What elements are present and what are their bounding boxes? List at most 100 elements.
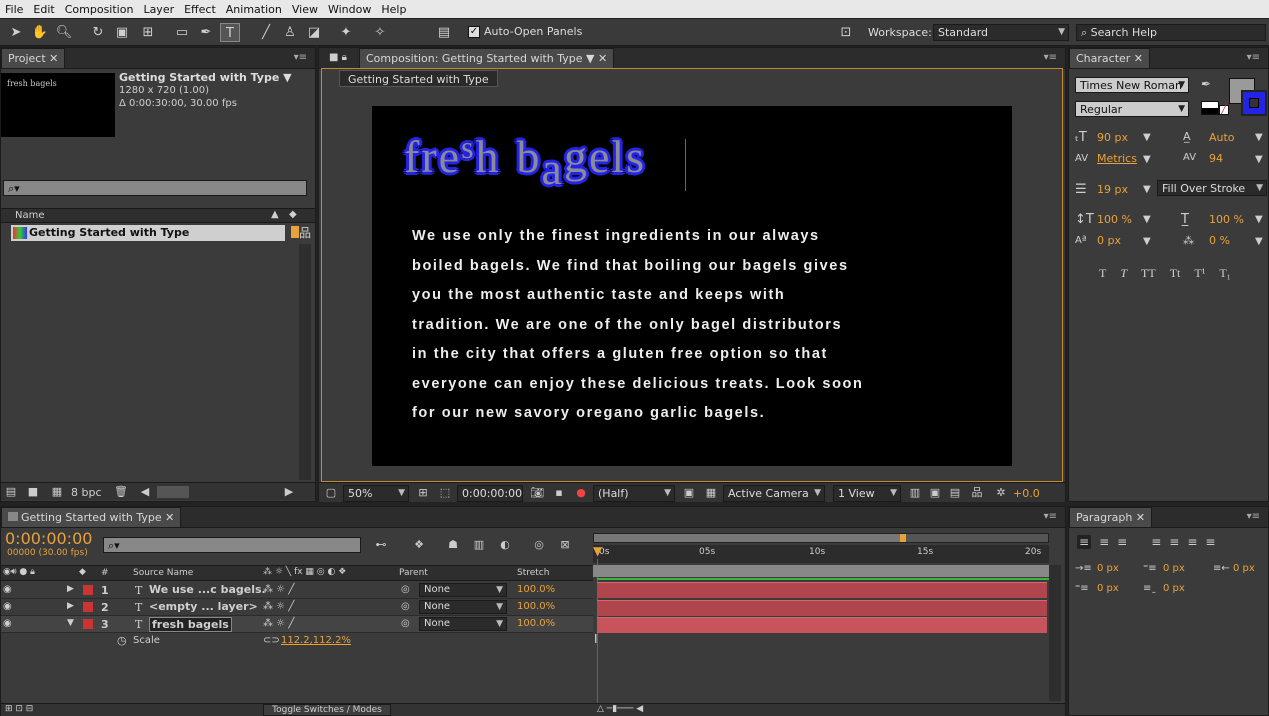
comp-mini-flowchart-icon[interactable]: ⊷ xyxy=(373,538,389,552)
tsume-value[interactable]: 0 % xyxy=(1209,234,1230,247)
project-scrollbar[interactable] xyxy=(299,244,311,480)
current-time[interactable]: 0:00:00:00 xyxy=(5,529,92,548)
eyedropper-icon[interactable]: ✒ xyxy=(1201,77,1211,91)
show-snapshot-icon[interactable]: ▪ xyxy=(551,486,567,500)
font-style-dropdown[interactable]: Regular ▼ xyxy=(1075,101,1189,117)
label-tag-icon[interactable]: ◆ xyxy=(289,209,297,220)
fast-preview-icon[interactable]: ▣ xyxy=(681,486,697,500)
transparency-grid-icon[interactable]: ▦ xyxy=(703,486,719,500)
rectangle-tool-icon[interactable]: ▭ xyxy=(172,23,192,42)
column-name[interactable]: Name xyxy=(15,210,45,221)
parent-dropdown[interactable]: None ▼ xyxy=(419,617,507,631)
layer-stretch[interactable]: 100.0% xyxy=(517,584,555,595)
comp-timecode[interactable]: 0:00:00:00 xyxy=(457,485,523,502)
align-right-icon[interactable]: ≡ xyxy=(1117,535,1127,549)
zoom-dropdown[interactable]: 50% ▼ xyxy=(343,485,409,502)
layer-bar-1[interactable] xyxy=(597,582,1047,598)
menu-animation[interactable]: Animation xyxy=(221,3,287,16)
tracking-dropdown-icon[interactable]: ▼ xyxy=(1255,154,1263,165)
eraser-tool-icon[interactable]: ◪ xyxy=(304,23,324,42)
sort-icon[interactable]: ▲ xyxy=(271,209,279,220)
layer-stretch[interactable]: 100.0% xyxy=(517,618,555,629)
timeline-search-input[interactable]: ⌕▾ xyxy=(103,537,361,553)
rotate-tool-icon[interactable]: ↻ xyxy=(88,23,108,42)
new-comp-icon[interactable]: ▦ xyxy=(49,485,65,499)
flowchart-icon[interactable]: 品 xyxy=(969,486,985,500)
horizontal-scrollbar[interactable] xyxy=(157,486,189,498)
brainstorm-icon[interactable]: ◎ xyxy=(531,538,547,552)
font-size-value[interactable]: 90 px xyxy=(1097,131,1128,144)
layer-name[interactable]: <empty ... layer> xyxy=(149,600,258,613)
type-tool-icon[interactable]: T xyxy=(220,23,240,42)
frame-blending-icon[interactable]: ▥ xyxy=(471,538,487,552)
menu-edit[interactable]: Edit xyxy=(28,3,59,16)
column-stretch[interactable]: Stretch xyxy=(517,568,549,578)
vertical-scale-dropdown-icon[interactable]: ▼ xyxy=(1143,214,1151,225)
justify-right-icon[interactable]: ≡ xyxy=(1187,535,1197,549)
pick-whip-icon[interactable]: ◎ xyxy=(401,601,410,612)
zoom-slider[interactable]: △ ─▮─── ◀ xyxy=(597,704,643,714)
leading-dropdown-icon[interactable]: ▼ xyxy=(1255,132,1263,143)
exposure-value[interactable]: +0.0 xyxy=(1013,487,1040,500)
pick-whip-icon[interactable]: ◎ xyxy=(401,584,410,595)
channel-icon[interactable]: ● xyxy=(573,486,589,500)
column-source-name[interactable]: Source Name xyxy=(133,568,193,578)
selection-tool-icon[interactable]: ➤ xyxy=(6,23,26,42)
column-parent[interactable]: Parent xyxy=(399,568,428,578)
vertical-scale-value[interactable]: 100 % xyxy=(1097,213,1132,226)
menu-file[interactable]: File xyxy=(0,3,28,16)
tab-composition[interactable]: Composition: Getting Started with Type ▼… xyxy=(359,48,615,68)
justify-center-icon[interactable]: ≡ xyxy=(1169,535,1179,549)
subscript-button[interactable]: T₁ xyxy=(1219,266,1231,281)
search-help-input[interactable]: ⌕ Search Help xyxy=(1076,24,1266,41)
menu-layer[interactable]: Layer xyxy=(138,3,179,16)
playhead-icon[interactable]: ▼ xyxy=(593,545,603,559)
faux-italic-button[interactable]: T xyxy=(1120,266,1127,281)
project-item-comp[interactable]: Getting Started with Type xyxy=(11,225,285,241)
panel-menu-icon[interactable]: ▤ xyxy=(434,23,454,42)
table-row[interactable]: ◉ ▼ 3 Tfresh bagels ⁂ ☼ ╱ ◎ None ▼ 100.0% xyxy=(1,616,593,633)
clone-stamp-tool-icon[interactable]: ♙ xyxy=(280,23,300,42)
expand-arrow-icon[interactable]: ▼ xyxy=(67,618,74,628)
camera-tool-icon[interactable]: ▣ xyxy=(112,23,132,42)
layer-switches-icons[interactable]: ⁂ ☼ ╱ xyxy=(263,584,294,595)
layer-name[interactable]: fresh bagels xyxy=(149,617,232,632)
constrain-link-icon[interactable]: ⊂⊃ xyxy=(263,635,280,646)
baseline-shift-value[interactable]: 0 px xyxy=(1097,234,1121,247)
motion-blur-icon[interactable]: ◐ xyxy=(497,538,513,552)
kerning-value[interactable]: Metrics xyxy=(1097,152,1137,165)
timeline-icon[interactable]: ▤ xyxy=(947,486,963,500)
indent-first-value[interactable]: 0 px xyxy=(1163,563,1185,574)
panel-menu-icon[interactable]: ▾≡ xyxy=(1247,511,1260,522)
flowchart-icon[interactable]: 品 xyxy=(299,224,311,241)
puppet-tool-icon[interactable]: ✧ xyxy=(370,23,390,42)
pan-behind-tool-icon[interactable]: ⊞ xyxy=(138,23,158,42)
panel-menu-icon[interactable]: ▾≡ xyxy=(1044,511,1057,522)
tab-paragraph[interactable]: Paragraph ✕ xyxy=(1069,507,1153,527)
toggle-pixel-aspect-icon[interactable]: ▥ xyxy=(907,486,923,500)
scroll-right-icon[interactable]: ▶ xyxy=(281,485,297,499)
label-color[interactable] xyxy=(83,585,93,595)
always-preview-icon[interactable]: ▢ xyxy=(323,486,339,500)
workspace-dropdown[interactable]: Standard ▼ xyxy=(933,24,1069,41)
scale-property-value[interactable]: 112.2,112.2% xyxy=(281,635,351,646)
layer-bar-3[interactable] xyxy=(597,617,1047,633)
bit-depth[interactable]: 8 bpc xyxy=(71,486,102,499)
layer-switches-icons[interactable]: ⁂ ☼ ╱ xyxy=(263,601,294,612)
baseline-shift-dropdown-icon[interactable]: ▼ xyxy=(1143,236,1151,247)
table-row[interactable]: ◉ ▶ 2 T <empty ... layer> ⁂ ☼ ╱ ◎ None ▼ 100.0% xyxy=(1,599,593,616)
font-family-dropdown[interactable]: Times New Roman ▼ xyxy=(1075,77,1189,93)
exposure-icon[interactable]: ✲ xyxy=(993,486,1009,500)
comp-canvas[interactable]: fresh bagels We use only the finest ingr… xyxy=(372,106,1012,466)
eye-icon[interactable]: ◉ xyxy=(3,584,12,595)
eye-icon[interactable]: ◉ xyxy=(3,601,12,612)
kerning-dropdown-icon[interactable]: ▼ xyxy=(1143,154,1151,165)
menu-view[interactable]: View xyxy=(287,3,323,16)
menu-composition[interactable]: Composition xyxy=(60,3,139,16)
graph-editor-icon[interactable]: ⊠ xyxy=(557,538,573,552)
label-color[interactable] xyxy=(83,602,93,612)
stopwatch-icon[interactable]: ◷ xyxy=(117,634,127,647)
faux-bold-button[interactable]: T xyxy=(1099,266,1106,281)
fill-color-swatch[interactable] xyxy=(1241,90,1267,116)
panel-menu-icon[interactable]: ▾≡ xyxy=(294,52,307,63)
